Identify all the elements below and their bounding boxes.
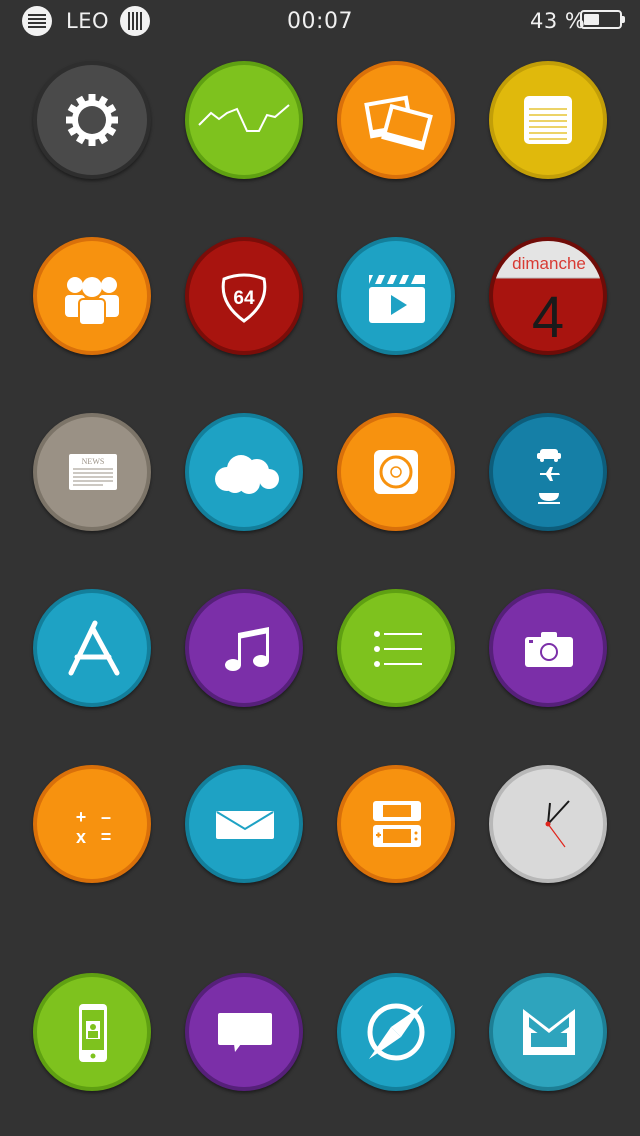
notepad-icon (524, 96, 572, 144)
calculator-minus-symbol: – (101, 807, 111, 827)
app-stocks[interactable] (185, 61, 303, 179)
compass-icon (367, 1003, 425, 1061)
gear-icon (66, 94, 118, 146)
app-newsstand[interactable]: NEWS (33, 413, 151, 531)
app-mailbox[interactable] (489, 973, 607, 1091)
phone-icon (79, 1004, 107, 1062)
app-mail[interactable] (185, 765, 303, 883)
list-icon (374, 631, 422, 667)
app-reminders[interactable] (337, 589, 455, 707)
calendar-day-name: dimanche (512, 254, 586, 273)
calendar-day-number: 4 (532, 285, 564, 350)
app-photos[interactable] (337, 61, 455, 179)
photos-icon (364, 95, 433, 151)
app-videos[interactable] (337, 237, 455, 355)
status-bar: LEO 00:07 43 % (0, 0, 640, 42)
app-calculator[interactable]: + – x = (33, 765, 151, 883)
envelope-icon (216, 811, 274, 839)
battery-percentage: 43 % (530, 0, 585, 42)
calculator-times-symbol: x (76, 827, 86, 847)
highway-shield-icon: 64 (221, 273, 267, 323)
app-music-player[interactable] (337, 413, 455, 531)
people-icon (65, 277, 119, 326)
calendar-icon: dimanche 4 (493, 241, 603, 350)
app-game-console[interactable] (337, 765, 455, 883)
clock-icon (545, 800, 570, 848)
calculator-equals-symbol: = (101, 827, 112, 847)
app-safari[interactable] (337, 973, 455, 1091)
battery-fill (584, 14, 599, 25)
battery-icon (580, 10, 625, 29)
stock-chart-icon (198, 104, 290, 132)
app-notes[interactable] (489, 61, 607, 179)
speech-bubble-icon (218, 1013, 272, 1052)
time-label: 00:07 (287, 8, 353, 34)
clapperboard-icon (369, 275, 425, 323)
music-note-icon (225, 627, 269, 671)
newspaper-icon: NEWS (69, 454, 117, 490)
news-label: NEWS (82, 457, 105, 466)
app-calendar[interactable]: dimanche 4 (489, 237, 607, 355)
camera-icon (525, 632, 573, 667)
app-app-store[interactable] (33, 589, 151, 707)
app-music[interactable] (185, 589, 303, 707)
game-console-icon (373, 801, 421, 847)
route-number-label: 64 (233, 288, 255, 309)
ipod-icon (374, 450, 418, 494)
calculator-plus-symbol: + (76, 807, 87, 827)
inbox-tray-icon (523, 1009, 575, 1055)
calculator-icon: + – x = (76, 807, 112, 847)
app-camera[interactable] (489, 589, 607, 707)
battery-percentage-label: 43 % (530, 9, 586, 33)
cloud-icon (215, 455, 279, 494)
app-store-icon (68, 620, 120, 676)
battery-nub (622, 16, 625, 23)
app-contacts[interactable] (33, 237, 151, 355)
app-route-64[interactable]: 64 (185, 237, 303, 355)
app-settings[interactable] (33, 61, 151, 179)
travel-icon (537, 449, 561, 504)
app-weather[interactable] (185, 413, 303, 531)
app-clock[interactable] (489, 765, 607, 883)
app-find-my-iphone[interactable] (33, 973, 151, 1091)
app-messages[interactable] (185, 973, 303, 1091)
app-travel[interactable] (489, 413, 607, 531)
